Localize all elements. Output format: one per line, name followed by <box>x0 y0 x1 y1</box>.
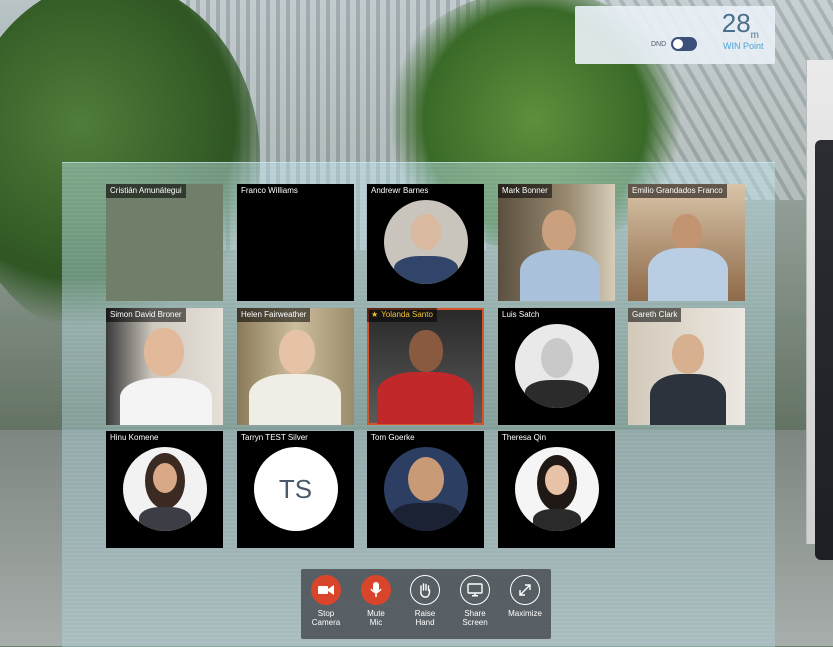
stop-camera-button[interactable]: Stop Camera <box>303 575 349 627</box>
mute-mic-label-2: Mic <box>369 618 383 627</box>
mute-mic-label-1: Mute <box>367 609 385 618</box>
participant-name: Helen Fairweather <box>237 308 311 322</box>
participant-tile-active-speaker[interactable]: ★ Yolanda Santo <box>367 308 484 425</box>
participant-name: Luis Satch <box>498 308 544 322</box>
participant-name: Andrewr Barnes <box>367 184 433 198</box>
participant-video <box>628 184 745 301</box>
participant-name: Gareth Clark <box>628 308 682 322</box>
camera-icon <box>311 575 341 605</box>
participant-name: Emilio Grandados Franco <box>628 184 727 198</box>
raise-hand-label-2: Hand <box>415 618 435 627</box>
win-point-link[interactable]: WIN Point <box>723 41 764 51</box>
stop-camera-label-2: Camera <box>311 618 341 627</box>
participant-video <box>237 308 354 425</box>
participant-tile[interactable]: Simon David Broner <box>106 308 223 425</box>
share-screen-label-2: Screen <box>462 618 488 627</box>
right-video-feed <box>806 60 833 560</box>
expand-icon <box>510 575 540 605</box>
participant-name: ★ Yolanda Santo <box>367 308 437 322</box>
participant-tile[interactable]: Mark Bonner <box>498 184 615 301</box>
participant-avatar <box>514 324 599 408</box>
participant-tile[interactable]: Cristián Amunátegui <box>106 184 223 301</box>
participant-name: Tarryn TEST Silver <box>237 431 312 445</box>
participant-initials-avatar: TS <box>253 447 338 531</box>
participant-avatar <box>383 447 468 531</box>
participant-avatar <box>514 447 599 531</box>
microphone-icon <box>361 575 391 605</box>
participant-tile[interactable]: Tom Goerke <box>367 431 484 548</box>
participant-avatar <box>122 447 207 531</box>
raise-hand-label-1: Raise <box>414 609 436 618</box>
stop-camera-label-1: Stop <box>317 609 335 618</box>
participant-avatar <box>383 200 468 284</box>
share-screen-label-1: Share <box>464 609 486 618</box>
participant-tile[interactable]: Hinu Komene <box>106 431 223 548</box>
hand-icon <box>410 575 440 605</box>
participant-tile[interactable]: Theresa Qin <box>498 431 615 548</box>
mute-mic-button[interactable]: Mute Mic <box>353 575 399 627</box>
meeting-toolbar: Stop Camera Mute Mic Raise Hand Share Sc… <box>301 569 551 639</box>
participant-tile[interactable]: Franco Williams <box>237 184 354 301</box>
participant-name: Cristián Amunátegui <box>106 184 186 198</box>
participant-name: Simon David Broner <box>106 308 186 322</box>
share-screen-button[interactable]: Share Screen <box>452 575 498 627</box>
participant-tile[interactable]: Luis Satch <box>498 308 615 425</box>
participant-video <box>498 184 615 301</box>
right-feed-person <box>815 140 833 560</box>
participant-name: Mark Bonner <box>498 184 552 198</box>
participant-tile[interactable]: Helen Fairweather <box>237 308 354 425</box>
maximize-label: Maximize <box>508 609 542 618</box>
status-card: 28m DND WIN Point <box>575 6 775 64</box>
participant-video <box>106 308 223 425</box>
maximize-button[interactable]: Maximize <box>502 575 548 618</box>
participant-name: Tom Goerke <box>367 431 419 445</box>
dnd-toggle[interactable] <box>671 37 697 51</box>
monitor-icon <box>460 575 490 605</box>
participant-tile[interactable]: Tarryn TEST Silver TS <box>237 431 354 548</box>
participant-tile[interactable]: Andrewr Barnes <box>367 184 484 301</box>
raise-hand-button[interactable]: Raise Hand <box>402 575 448 627</box>
star-icon: ★ <box>371 310 379 319</box>
participant-name: Hinu Komene <box>106 431 163 445</box>
participant-name: Theresa Qin <box>498 431 551 445</box>
temperature-readout: 28m <box>721 8 759 42</box>
participant-name: Franco Williams <box>237 184 302 198</box>
participant-tile[interactable]: Emilio Grandados Franco <box>628 184 745 301</box>
participant-video <box>628 308 745 425</box>
dnd-label: DND <box>651 41 667 48</box>
participant-tile[interactable]: Gareth Clark <box>628 308 745 425</box>
participant-video <box>367 308 484 425</box>
